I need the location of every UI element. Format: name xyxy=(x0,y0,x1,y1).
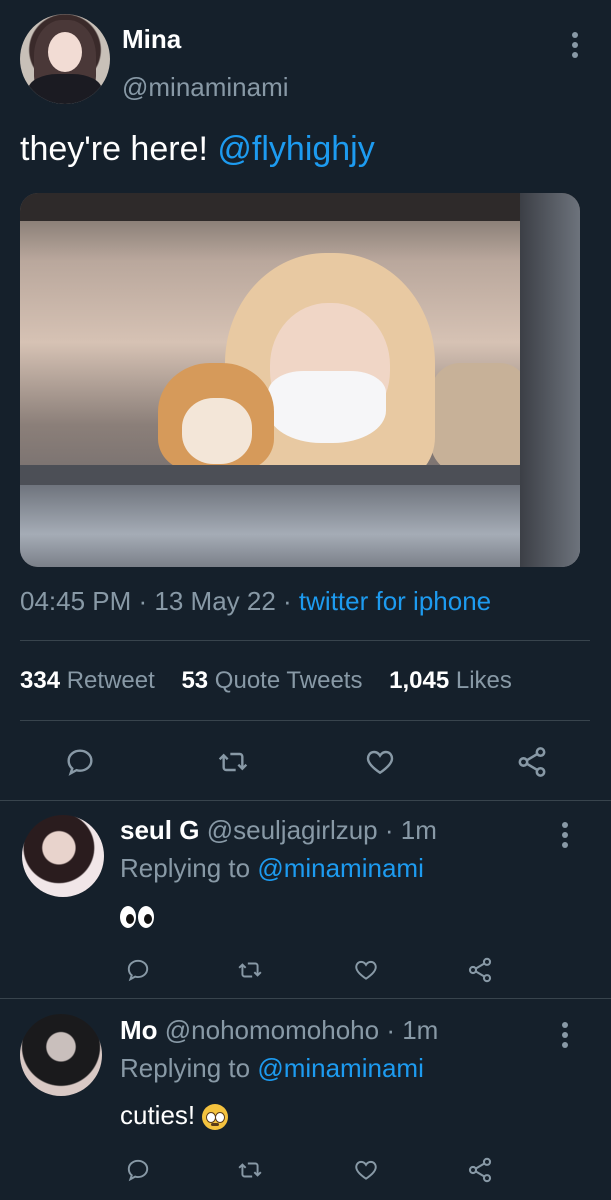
retweet-icon xyxy=(218,752,248,772)
more-vertical-icon[interactable] xyxy=(571,32,579,62)
reply-time-separator: · xyxy=(377,815,401,845)
divider xyxy=(0,800,611,801)
author-name[interactable]: Mina xyxy=(122,24,181,55)
retweet-icon xyxy=(238,962,262,978)
reply-header: seul G @seuljagirlzup · 1m xyxy=(120,815,437,846)
retweet-button[interactable] xyxy=(230,1150,270,1190)
pleading-face-emoji xyxy=(202,1104,229,1131)
like-button[interactable] xyxy=(346,950,386,990)
quotes-count: 53 xyxy=(181,667,209,694)
mention-link[interactable]: @flyhighjy xyxy=(217,130,374,168)
more-vertical-icon[interactable] xyxy=(561,1022,569,1052)
more-vertical-icon[interactable] xyxy=(561,822,569,852)
reply-avatar[interactable] xyxy=(20,1014,102,1096)
quotes-label: Quote Tweets xyxy=(208,667,363,694)
share-button[interactable] xyxy=(460,1150,500,1190)
tweet-stats: 334 Retweet 53 Quote Tweets 1,045 Likes xyxy=(20,667,512,695)
reply-avatar[interactable] xyxy=(22,815,104,897)
reply-button[interactable] xyxy=(60,742,100,782)
tweet-time: 04:45 PM xyxy=(20,586,132,616)
reply-header: Mo @nohomomohoho · 1m xyxy=(120,1015,438,1046)
retweet-icon xyxy=(238,1162,262,1178)
reply-time: 1m xyxy=(402,1015,439,1045)
replying-prefix: Replying to xyxy=(120,853,258,883)
like-button[interactable] xyxy=(346,1150,386,1190)
reply-icon xyxy=(127,959,149,982)
reply-icon xyxy=(67,749,93,776)
tweet-meta: 04:45 PM · 13 May 22 · twitter for iphon… xyxy=(20,586,491,617)
reply-text-content: cuties! xyxy=(120,1100,203,1130)
like-icon xyxy=(355,960,377,980)
reply-handle[interactable]: @seuljagirlzup xyxy=(207,815,378,845)
quotes-stat[interactable]: 53 Quote Tweets xyxy=(181,667,362,694)
share-icon xyxy=(468,1157,492,1183)
like-icon xyxy=(366,750,394,775)
author-avatar[interactable] xyxy=(20,14,110,104)
retweet-button[interactable] xyxy=(230,950,270,990)
meta-separator: · xyxy=(131,586,155,616)
likes-stat[interactable]: 1,045 Likes xyxy=(389,667,512,694)
reply-text: cuties! xyxy=(120,1100,229,1131)
tweet-text: they're here! @flyhighjy xyxy=(20,130,375,169)
reply-icon xyxy=(127,1159,149,1182)
tweet-date: 13 May 22 xyxy=(154,586,276,616)
likes-count: 1,045 xyxy=(389,667,450,694)
tweet-source[interactable]: twitter for iphone xyxy=(299,586,491,616)
reply-name[interactable]: Mo xyxy=(120,1015,158,1045)
likes-label: Likes xyxy=(449,667,512,694)
divider xyxy=(20,720,590,721)
retweets-stat[interactable]: 334 Retweet xyxy=(20,667,155,694)
share-button[interactable] xyxy=(512,742,552,782)
reply-name[interactable]: seul G xyxy=(120,815,199,845)
reply-button[interactable] xyxy=(118,1150,158,1190)
replying-to-link[interactable]: @minaminami xyxy=(257,853,424,883)
reply-time: 1m xyxy=(400,815,437,845)
replying-to: Replying to @minaminami xyxy=(120,1053,424,1084)
share-button[interactable] xyxy=(460,950,500,990)
tweet-photo[interactable] xyxy=(20,193,580,567)
share-icon xyxy=(518,747,546,777)
replying-to-link[interactable]: @minaminami xyxy=(257,1053,424,1083)
like-button[interactable] xyxy=(360,742,400,782)
reply-text xyxy=(120,904,156,935)
replying-to: Replying to @minaminami xyxy=(120,853,424,884)
reply-handle[interactable]: @nohomomohoho xyxy=(165,1015,379,1045)
meta-separator: · xyxy=(275,586,299,616)
replying-prefix: Replying to xyxy=(120,1053,258,1083)
tweet-text-plain: they're here! xyxy=(20,130,218,168)
divider xyxy=(0,998,611,999)
reply-button[interactable] xyxy=(118,950,158,990)
eyes-emoji xyxy=(120,904,156,934)
retweets-label: Retweet xyxy=(60,667,155,694)
retweets-count: 334 xyxy=(20,667,61,694)
retweet-button[interactable] xyxy=(213,742,253,782)
author-handle[interactable]: @minaminami xyxy=(122,72,289,103)
like-icon xyxy=(355,1160,377,1180)
divider xyxy=(20,640,590,641)
reply-time-separator: · xyxy=(379,1015,403,1045)
share-icon xyxy=(468,957,492,983)
